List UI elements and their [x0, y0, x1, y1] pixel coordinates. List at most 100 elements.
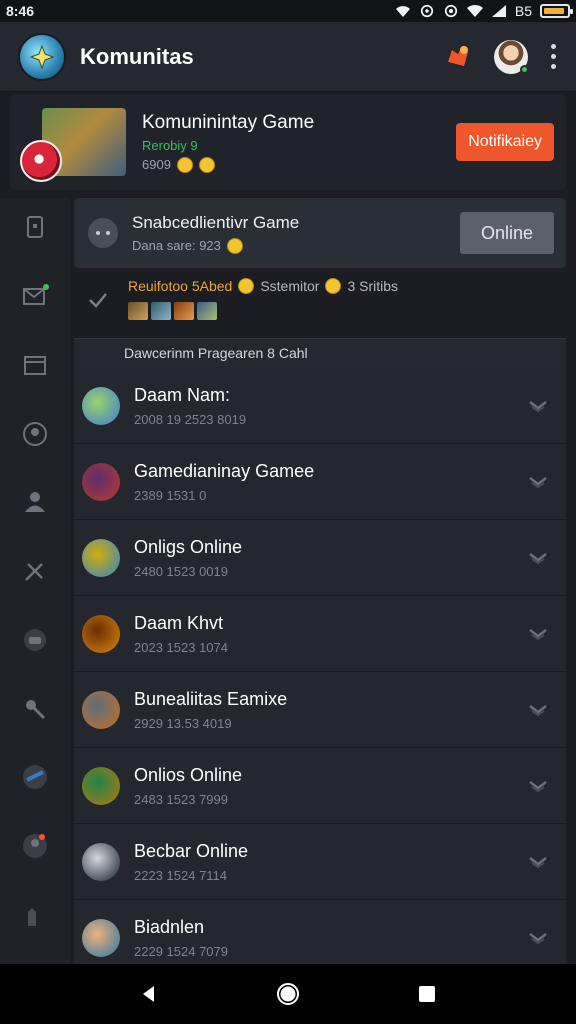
- smile-emoji-icon: [226, 237, 243, 254]
- game-thumbnail: [82, 918, 120, 957]
- section-header: Dawcerinm Pragearen 8 Cahl: [74, 338, 566, 368]
- game-meta: 2008 19 2523 8019: [134, 411, 247, 427]
- game-meta: 2929 13.53 4019: [134, 715, 232, 731]
- game-list-item[interactable]: Onligs Online 2480 1523 0019: [74, 520, 566, 596]
- activity-highlight: Reuifotoo 5Abed: [128, 278, 233, 294]
- game-meta: 2229 1524 7079: [134, 943, 228, 959]
- recents-icon[interactable]: [416, 983, 438, 1005]
- notification-bell-icon[interactable]: [442, 42, 472, 72]
- chevron-down-icon[interactable]: [528, 779, 548, 793]
- game-list-item[interactable]: Daam Khvt 2023 1523 1074: [74, 596, 566, 672]
- app-title: Komunitas: [80, 43, 194, 69]
- more-options-icon[interactable]: [550, 44, 556, 69]
- controller-icon[interactable]: [15, 758, 55, 797]
- status-title: Snabcedlientivr Game: [132, 212, 300, 232]
- thumbnail: [128, 302, 148, 320]
- battery-icon: [540, 4, 573, 18]
- featured-game-subtitle: Rerobiy 9: [142, 137, 198, 153]
- surprised-emoji-icon: [198, 156, 215, 173]
- target-icon[interactable]: [15, 414, 55, 453]
- game-list-item[interactable]: Daam Nam: 2008 19 2523 8019: [74, 368, 566, 444]
- back-icon[interactable]: [138, 983, 160, 1005]
- game-thumbnail: [82, 614, 120, 653]
- game-title: Biadnlen: [134, 916, 205, 937]
- game-title: Daam Nam:: [134, 384, 231, 405]
- smile-emoji-icon: [176, 156, 193, 173]
- smile-emoji-icon: [238, 278, 255, 294]
- castle-icon[interactable]: [15, 895, 55, 934]
- status-avatar: [88, 218, 118, 248]
- featured-game-card[interactable]: Komuninintay Game Rerobiy 9 6909 Notifik…: [10, 94, 566, 190]
- game-meta: 2483 1523 7999: [134, 791, 228, 807]
- chevron-down-icon[interactable]: [528, 931, 548, 945]
- smile-emoji-icon: [325, 278, 342, 294]
- game-title: Daam Khvt: [134, 612, 224, 633]
- mail-icon[interactable]: [15, 277, 55, 316]
- calendar-icon[interactable]: [15, 345, 55, 384]
- location-icon: [444, 4, 457, 18]
- game-badge-icon: [20, 140, 62, 182]
- game-title: Onligs Online: [134, 536, 243, 557]
- activity-thumbnails: [128, 302, 398, 320]
- tools-icon[interactable]: [15, 552, 55, 591]
- notify-button[interactable]: Notifikaiey: [456, 123, 554, 161]
- chat-icon[interactable]: [15, 620, 55, 659]
- wifi-signal-icon: [466, 4, 483, 18]
- status-meta: Dana sare: 923: [132, 238, 221, 253]
- chevron-down-icon[interactable]: [528, 703, 548, 717]
- app-header: Komunitas: [0, 22, 576, 92]
- bookmark-icon[interactable]: [15, 208, 55, 247]
- featured-game-thumbnail: [20, 108, 126, 182]
- game-thumbnail: [82, 842, 120, 881]
- activity-item[interactable]: Reuifotoo 5Abed Sstemitor 3 Sritibs: [74, 268, 566, 338]
- game-thumbnail: [82, 462, 120, 501]
- thumbnail: [151, 302, 171, 320]
- app-logo-icon: [20, 34, 64, 79]
- person-icon[interactable]: [15, 483, 55, 522]
- game-list: Daam Nam: 2008 19 2523 8019 Gamedianinay G…: [74, 368, 566, 976]
- game-thumbnail: [82, 386, 120, 425]
- pin-icon[interactable]: [15, 689, 55, 728]
- featured-game-meta: 6909: [142, 157, 171, 172]
- system-nav-bar: [0, 964, 576, 1024]
- game-meta: 2223 1524 7114: [134, 867, 228, 883]
- game-title: Becbar Online: [134, 840, 249, 861]
- chevron-down-icon[interactable]: [528, 475, 548, 489]
- game-title: Onlios Online: [134, 764, 243, 785]
- home-icon[interactable]: [275, 981, 301, 1007]
- game-thumbnail: [82, 690, 120, 729]
- activity-text: Sstemitor: [260, 278, 320, 294]
- game-thumbnail: [82, 538, 120, 577]
- thumbnail: [174, 302, 194, 320]
- game-list-item[interactable]: Onlios Online 2483 1523 7999: [74, 748, 566, 824]
- chevron-down-icon[interactable]: [528, 551, 548, 565]
- chevron-down-icon[interactable]: [528, 627, 548, 641]
- chevron-down-icon[interactable]: [528, 399, 548, 413]
- featured-game-title: Komuninintay Game: [142, 111, 315, 133]
- cell-signal-icon: [491, 5, 506, 17]
- status-bar: 8:46 B5: [0, 0, 576, 22]
- side-rail: [0, 198, 70, 964]
- sync-icon: [420, 4, 433, 18]
- wifi-icon: [395, 6, 410, 17]
- checkmark-icon: [89, 293, 107, 308]
- status-card[interactable]: Snabcedlientivr Game Dana sare: 923 Onli…: [74, 198, 566, 268]
- game-meta: 2023 1523 1074: [134, 639, 228, 655]
- game-meta: 2389 1531 0: [134, 487, 207, 503]
- chevron-down-icon[interactable]: [528, 855, 548, 869]
- game-list-item[interactable]: Bunealiitas Eamixe 2929 13.53 4019: [74, 672, 566, 748]
- game-list-item[interactable]: Gamedianinay Gamee 2389 1531 0: [74, 444, 566, 520]
- profile-avatar[interactable]: [494, 39, 529, 74]
- thumbnail: [197, 302, 217, 320]
- carrier-label: B5: [514, 3, 532, 19]
- game-thumbnail: [82, 766, 120, 805]
- game-title: Bunealiitas Eamixe: [134, 688, 288, 709]
- game-meta: 2480 1523 0019: [134, 563, 228, 579]
- main-content: Snabcedlientivr Game Dana sare: 923 Onli…: [74, 198, 566, 976]
- online-indicator: [520, 64, 529, 74]
- activity-tail: 3 Sritibs: [347, 278, 399, 294]
- game-list-item[interactable]: Becbar Online 2223 1524 7114: [74, 824, 566, 900]
- person-alert-icon[interactable]: [15, 827, 55, 866]
- online-button[interactable]: Online: [460, 212, 554, 254]
- clock: 8:46: [6, 3, 35, 19]
